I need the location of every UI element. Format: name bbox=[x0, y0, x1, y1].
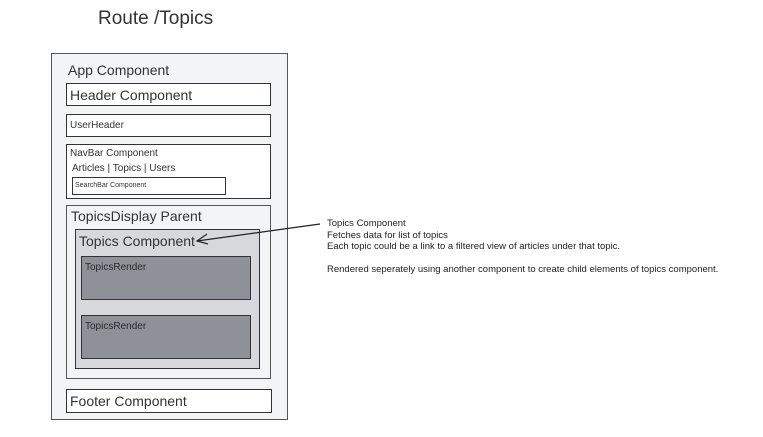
annotation-note: Topics Component Fetches data for list o… bbox=[327, 218, 747, 276]
userheader-label: UserHeader bbox=[70, 120, 124, 131]
note-line: Each topic could be a link to a filtered… bbox=[327, 241, 621, 252]
topics-component-label: Topics Component bbox=[79, 233, 195, 249]
topics-render-label: TopicsRender bbox=[85, 321, 147, 332]
topics-render-label: TopicsRender bbox=[85, 262, 147, 273]
note-spacer bbox=[327, 253, 747, 265]
diagram-canvas: Route /Topics App Component Header Compo… bbox=[0, 0, 763, 437]
note-title: Topics Component bbox=[327, 218, 406, 229]
footer-component-label: Footer Component bbox=[70, 393, 187, 409]
topicsdisplay-parent-label: TopicsDisplay Parent bbox=[71, 208, 202, 224]
route-title: Route /Topics bbox=[98, 8, 214, 29]
app-component-label: App Component bbox=[68, 62, 170, 78]
navbar-component-label: NavBar Component bbox=[70, 148, 158, 159]
note-line: Rendered seperately using another compon… bbox=[327, 264, 719, 275]
navbar-links: Articles | Topics | Users bbox=[72, 163, 176, 174]
header-component-label: Header Component bbox=[70, 87, 193, 103]
note-line: Fetches data for list of topics bbox=[327, 229, 448, 241]
searchbar-component-label: SearchBar Component bbox=[75, 182, 147, 189]
